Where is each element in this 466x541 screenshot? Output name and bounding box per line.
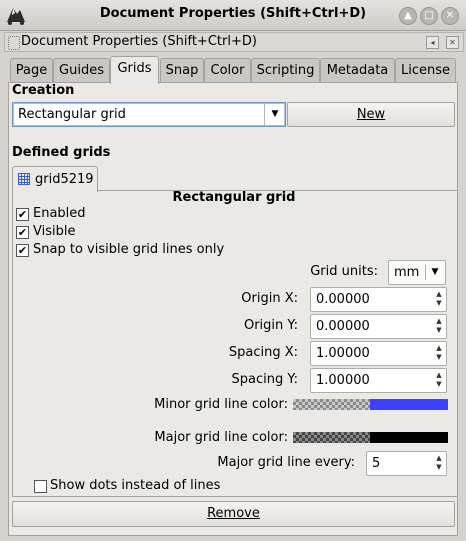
title-bar: Document Properties (Shift+Ctrl+D) ▲ □ ✕ xyxy=(0,0,466,31)
minor-color-button[interactable] xyxy=(293,399,448,410)
spin-arrows-icon[interactable]: ▲ ▼ xyxy=(435,290,443,308)
grid-units-value: mm xyxy=(394,265,420,280)
major-color-label: Major grid line color: xyxy=(154,430,288,445)
major-every-spinbox[interactable]: 5 ▲ ▼ xyxy=(366,451,447,476)
dock-grip-icon[interactable] xyxy=(8,36,20,50)
tab-page[interactable]: Page xyxy=(10,58,53,83)
spacing-x-label: Spacing X: xyxy=(228,345,298,360)
origin-x-label: Origin X: xyxy=(241,291,298,306)
alpha-checker xyxy=(293,432,370,443)
tab-snap[interactable]: Snap xyxy=(160,58,204,83)
origin-y-value: 0.00000 xyxy=(316,319,370,334)
spin-arrows-icon[interactable]: ▲ ▼ xyxy=(435,317,443,335)
dock-header: Document Properties (Shift+Ctrl+D) ◂ ✕ xyxy=(4,32,464,52)
window-title: Document Properties (Shift+Ctrl+D) xyxy=(99,6,367,21)
tab-metadata[interactable]: Metadata xyxy=(320,58,395,83)
chevron-down-icon: ▼ xyxy=(264,103,285,126)
dock-iconify-icon[interactable]: ◂ xyxy=(426,36,439,49)
tab-scripting[interactable]: Scripting xyxy=(251,58,320,83)
snap-visible-label: Snap to visible grid lines only xyxy=(33,242,225,257)
close-icon[interactable]: ✕ xyxy=(441,7,459,25)
show-dots-label: Show dots instead of lines xyxy=(50,478,221,493)
dock-close-icon[interactable]: ✕ xyxy=(446,36,459,49)
grid-type-select[interactable]: Rectangular grid ▼ xyxy=(12,102,286,127)
enabled-label: Enabled xyxy=(33,206,86,221)
new-grid-button[interactable]: New xyxy=(287,102,455,127)
major-color-button[interactable] xyxy=(293,432,448,443)
dock-title: Document Properties (Shift+Ctrl+D) xyxy=(21,34,257,49)
creation-heading: Creation xyxy=(12,83,75,98)
remove-grid-button[interactable]: Remove xyxy=(12,501,455,527)
visible-label: Visible xyxy=(33,224,76,239)
minor-color-label: Minor grid line color: xyxy=(154,397,288,412)
tab-guides[interactable]: Guides xyxy=(53,58,110,83)
tab-license[interactable]: License xyxy=(395,58,456,83)
spacing-y-label: Spacing Y: xyxy=(231,372,298,387)
spin-arrows-icon[interactable]: ▲ ▼ xyxy=(435,371,443,389)
snap-visible-checkbox[interactable]: ✔ xyxy=(16,244,29,257)
origin-x-spinbox[interactable]: 0.00000 ▲ ▼ xyxy=(310,287,447,312)
grid-tab-label: grid5219 xyxy=(35,172,94,187)
major-every-label: Major grid line every: xyxy=(217,455,355,470)
tab-grids[interactable]: Grids xyxy=(110,56,159,84)
show-dots-checkbox[interactable] xyxy=(34,480,47,493)
grid-units-select[interactable]: mm ▼ xyxy=(388,260,446,285)
origin-y-label: Origin Y: xyxy=(243,318,298,333)
major-color-swatch xyxy=(370,432,448,443)
spin-arrows-icon[interactable]: ▲ ▼ xyxy=(435,344,443,362)
tab-grid5219[interactable]: grid5219 xyxy=(12,166,98,192)
grid-units-label: Grid units: xyxy=(310,264,378,279)
alpha-checker xyxy=(293,399,370,410)
enabled-checkbox[interactable]: ✔ xyxy=(16,208,29,221)
minimize-icon[interactable]: ▲ xyxy=(399,7,417,25)
spacing-x-spinbox[interactable]: 1.00000 ▲ ▼ xyxy=(310,341,447,366)
panel-title: Rectangular grid xyxy=(172,190,296,205)
spacing-y-spinbox[interactable]: 1.00000 ▲ ▼ xyxy=(310,368,447,393)
grid-type-value: Rectangular grid xyxy=(18,107,126,122)
spacing-y-value: 1.00000 xyxy=(316,373,370,388)
minor-color-swatch xyxy=(370,399,448,410)
visible-checkbox[interactable]: ✔ xyxy=(16,226,29,239)
tab-color[interactable]: Color xyxy=(204,58,251,83)
remove-button-label: Remove xyxy=(207,506,260,521)
spacing-x-value: 1.00000 xyxy=(316,346,370,361)
defined-grids-heading: Defined grids xyxy=(12,145,111,160)
new-button-label: New xyxy=(356,107,386,122)
major-every-value: 5 xyxy=(372,456,381,471)
origin-y-spinbox[interactable]: 0.00000 ▲ ▼ xyxy=(310,314,447,339)
grid-icon xyxy=(18,173,30,189)
origin-x-value: 0.00000 xyxy=(316,292,370,307)
spin-arrows-icon[interactable]: ▲ ▼ xyxy=(435,454,443,472)
chevron-down-icon: ▼ xyxy=(425,265,444,280)
maximize-icon[interactable]: □ xyxy=(420,7,438,25)
